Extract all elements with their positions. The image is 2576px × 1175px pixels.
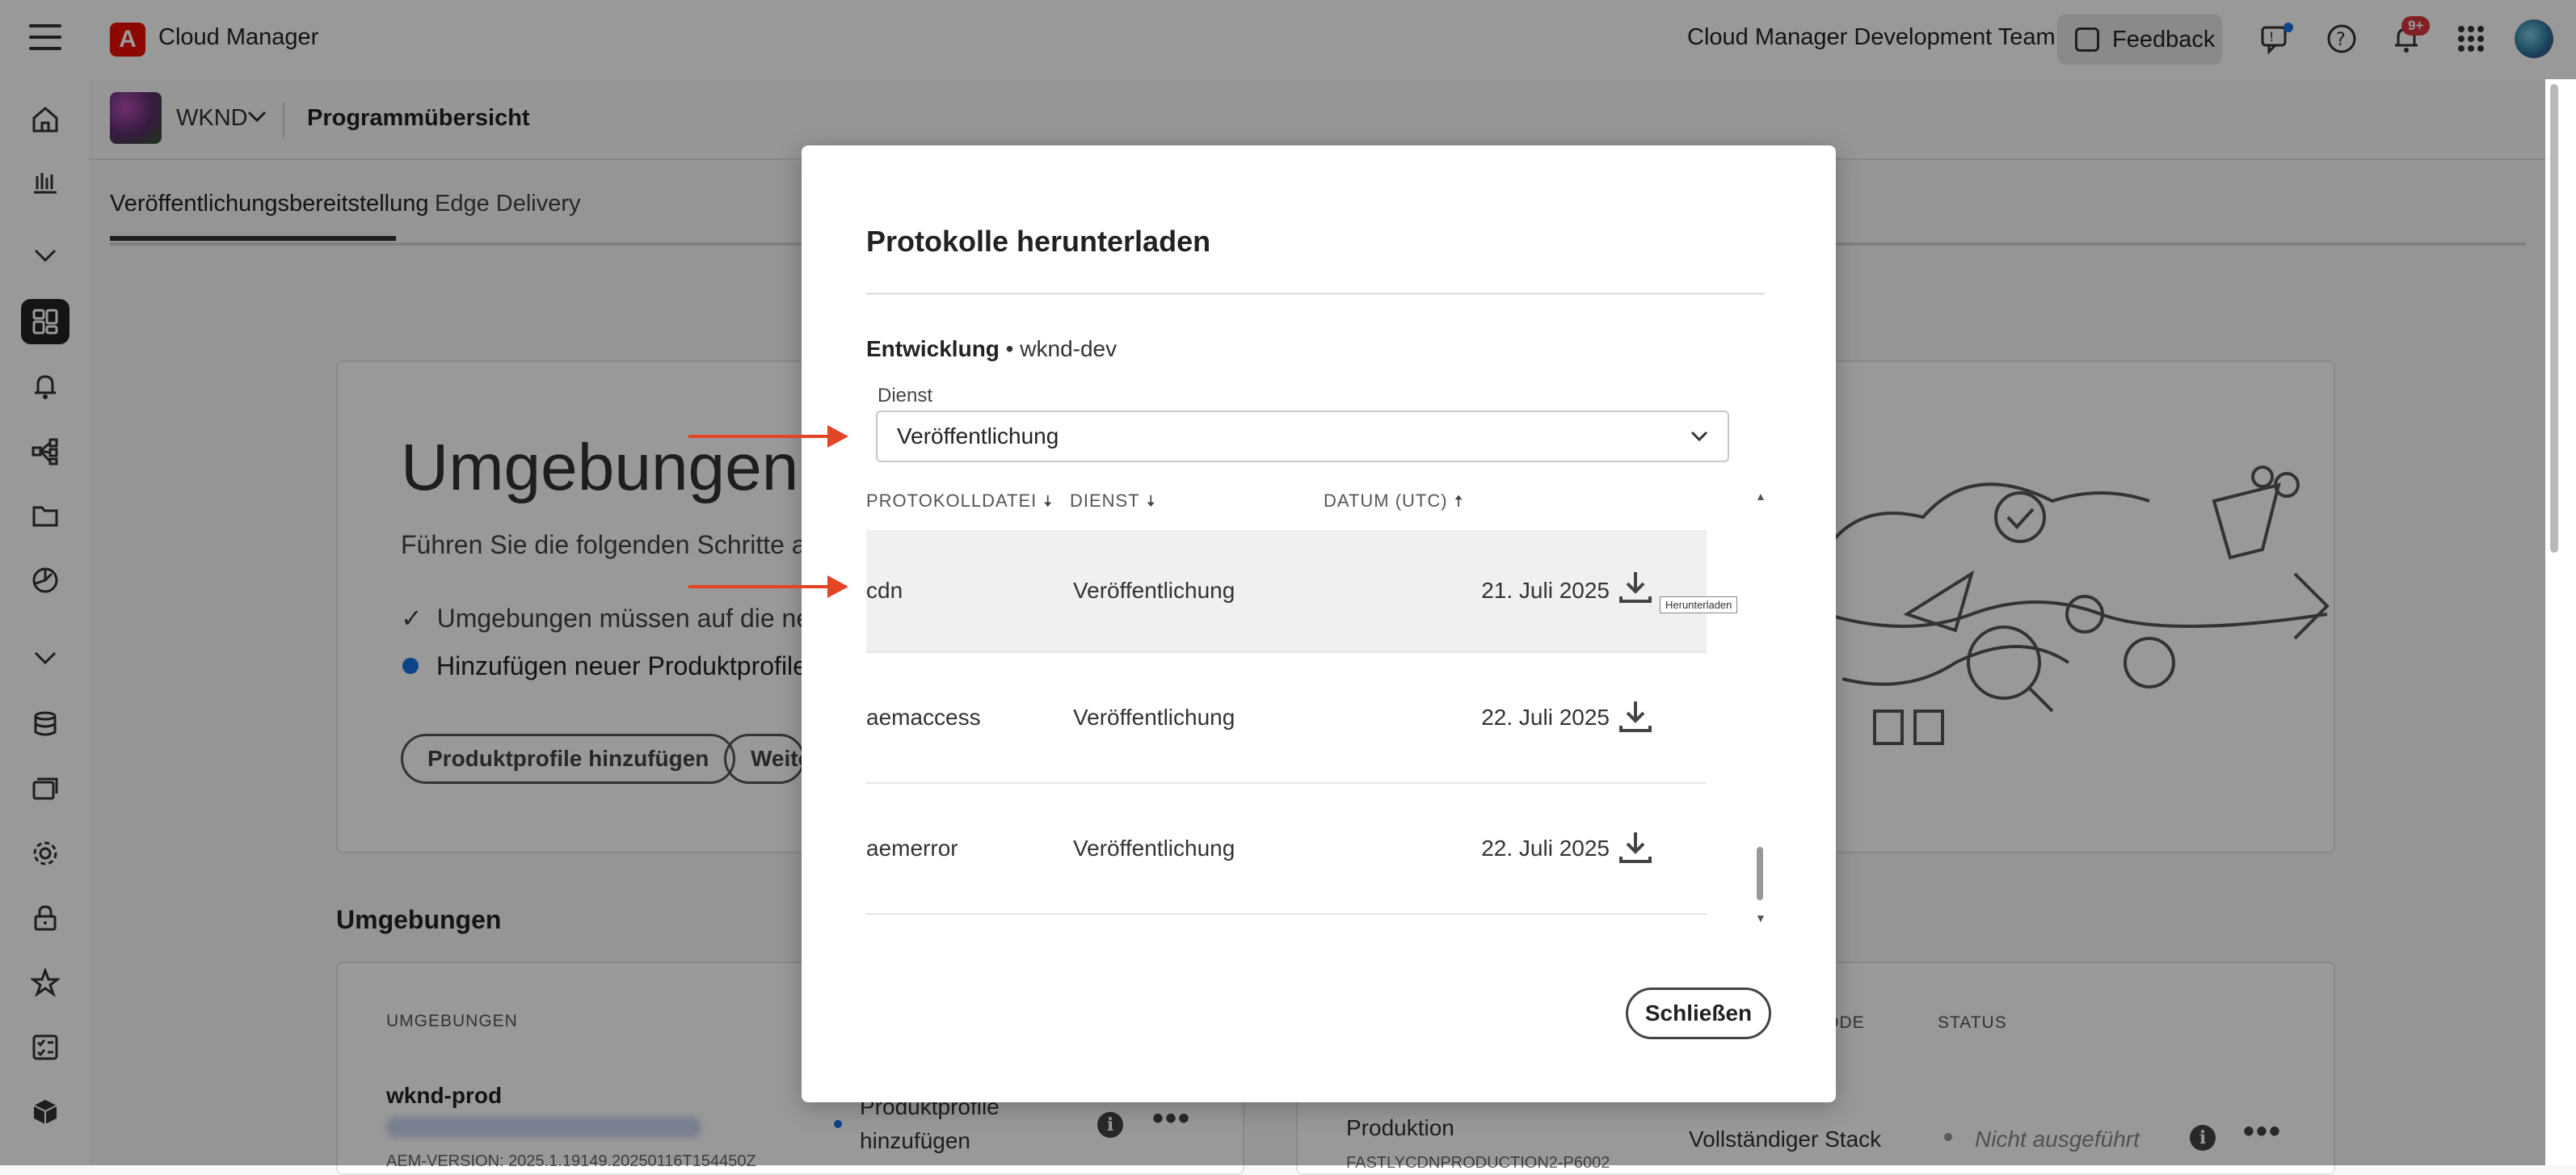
environment-line: Entwicklung • wknd-dev [866, 336, 1117, 362]
dialog-title: Protokolle herunterladen [866, 225, 1211, 258]
annotation-arrow-service [688, 425, 848, 448]
sort-down-icon: 🠇 [1146, 493, 1156, 511]
column-header-service-label: DIENST [1070, 491, 1140, 511]
environment-separator: • [999, 336, 1021, 361]
dialog-divider [866, 293, 1765, 295]
download-icon[interactable] [1616, 567, 1655, 606]
table-row[interactable]: cdn Veröffentlichung 21. Juli 2025 Herun… [866, 530, 1738, 653]
scroll-up-arrow-icon[interactable]: ▲ [1755, 490, 1766, 503]
log-date: 22. Juli 2025 [1481, 836, 1610, 861]
service-select-value: Veröffentlichung [897, 423, 1059, 449]
log-file-table: cdn Veröffentlichung 21. Juli 2025 Herun… [866, 530, 1738, 915]
log-service: Veröffentlichung [1073, 705, 1235, 730]
sort-up-icon: 🠅 [1454, 493, 1464, 511]
sort-down-icon: 🠇 [1043, 493, 1054, 511]
table-scrollbar-thumb[interactable] [1757, 847, 1763, 900]
service-select[interactable]: Veröffentlichung [876, 411, 1729, 462]
scroll-down-arrow-icon[interactable]: ▼ [1755, 912, 1766, 924]
download-icon[interactable] [1616, 828, 1655, 866]
table-scrollbar[interactable]: ▲ ▼ [1755, 490, 1766, 926]
log-date: 21. Juli 2025 [1481, 578, 1610, 603]
chevron-down-icon [1690, 431, 1708, 442]
column-header-logfile-label: PROTOKOLLDATEI [866, 491, 1038, 511]
log-date: 22. Juli 2025 [1481, 705, 1610, 730]
close-button[interactable]: Schließen [1626, 988, 1771, 1039]
column-header-logfile[interactable]: PROTOKOLLDATEI 🠇 [866, 490, 1053, 517]
column-header-date[interactable]: DATUM (UTC) 🠅 [1324, 490, 1464, 517]
environment-id: wknd-dev [1020, 336, 1118, 361]
environment-type: Entwicklung [866, 336, 1000, 361]
download-logs-dialog: Protokolle herunterladen Entwicklung • w… [802, 145, 1836, 1102]
column-header-date-label: DATUM (UTC) [1324, 491, 1448, 511]
log-file-name: aemerror [866, 836, 958, 861]
log-file-name: aemaccess [866, 705, 981, 730]
log-service: Veröffentlichung [1073, 836, 1235, 861]
download-tooltip: Herunterladen [1660, 596, 1738, 613]
log-service: Veröffentlichung [1073, 578, 1235, 603]
annotation-arrow-cdn [688, 575, 848, 598]
download-icon[interactable] [1616, 697, 1655, 735]
table-row[interactable]: aemaccess Veröffentlichung 22. Juli 2025 [866, 653, 1707, 784]
column-header-service[interactable]: DIENST 🠇 [1070, 490, 1156, 517]
table-row[interactable]: aemerror Veröffentlichung 22. Juli 2025 [866, 784, 1707, 915]
page-scrollbar-thumb[interactable] [2550, 84, 2558, 553]
log-file-name: cdn [866, 578, 903, 603]
service-field-label: Dienst [878, 385, 933, 406]
